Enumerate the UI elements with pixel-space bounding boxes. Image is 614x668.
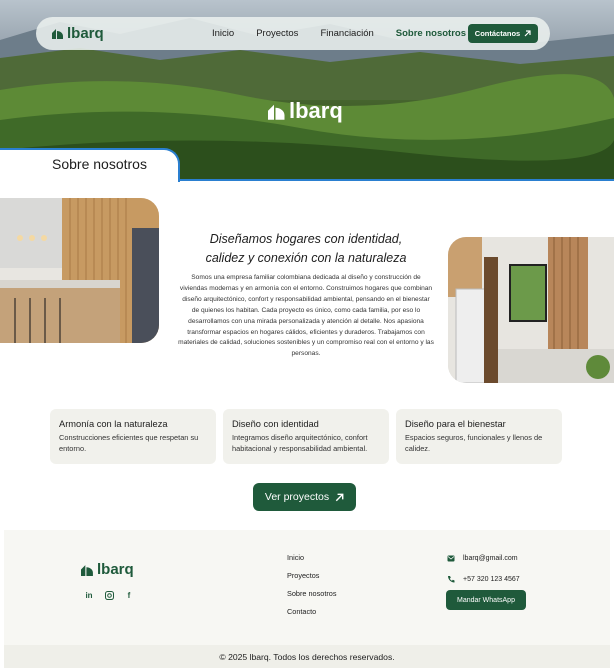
feature-title: Diseño para el bienestar bbox=[405, 419, 506, 429]
nav-link-sobre-nosotros[interactable]: Sobre nosotros bbox=[396, 28, 466, 39]
linkedin-icon[interactable]: in bbox=[84, 590, 94, 600]
whatsapp-button[interactable]: Mandar WhatsApp bbox=[446, 590, 526, 610]
email-contact[interactable]: lbarq@gmail.com bbox=[447, 555, 518, 562]
kitchen-interior-image bbox=[0, 198, 159, 343]
about-title: Diseñamos hogares con identidad, calidez… bbox=[205, 232, 407, 265]
feature-card: Diseño con identidad Integramos diseño a… bbox=[223, 409, 389, 464]
footer-links: Inicio Proyectos Sobre nosotros Contacto bbox=[287, 553, 337, 625]
bathroom-interior-image bbox=[448, 237, 614, 383]
phone-icon bbox=[448, 576, 455, 583]
about-body: Somos una empresa familiar colombiana de… bbox=[178, 274, 434, 358]
feature-card: Diseño para el bienestar Espacios seguro… bbox=[396, 409, 562, 464]
hero-logo-text: lbarq bbox=[289, 98, 343, 123]
feature-card: Armonía con la naturaleza Construcciones… bbox=[50, 409, 216, 464]
page-title: Sobre nosotros bbox=[52, 156, 147, 172]
top-navbar: lbarq Inicio Proyectos Financiación Sobr… bbox=[36, 17, 550, 50]
feature-desc: Construcciones eficientes que respetan s… bbox=[59, 433, 199, 453]
hero-logo: lbarq bbox=[268, 98, 343, 124]
nav-link-proyectos[interactable]: Proyectos bbox=[256, 28, 298, 39]
footer-link-contacto[interactable]: Contacto bbox=[287, 607, 337, 625]
house-leaf-logo-icon bbox=[81, 564, 93, 576]
contact-button[interactable]: Contáctanos bbox=[468, 24, 538, 43]
footer-logo[interactable]: lbarq bbox=[81, 561, 134, 578]
footer-link-inicio[interactable]: Inicio bbox=[287, 553, 337, 571]
nav-link-financiacion[interactable]: Financiación bbox=[320, 28, 373, 39]
copyright-text: © 2025 lbarq. Todos los derechos reserva… bbox=[219, 651, 395, 662]
facebook-icon[interactable]: f bbox=[124, 590, 134, 600]
instagram-icon[interactable] bbox=[104, 590, 114, 600]
feature-title: Diseño con identidad bbox=[232, 419, 319, 429]
copyright-bar: © 2025 lbarq. Todos los derechos reserva… bbox=[4, 645, 610, 668]
house-leaf-logo-icon bbox=[52, 29, 63, 39]
email-text: lbarq@gmail.com bbox=[463, 555, 518, 562]
phone-contact[interactable]: +57 320 123 4567 bbox=[447, 575, 520, 583]
contact-button-label: Contáctanos bbox=[474, 29, 521, 38]
arrow-up-right-icon bbox=[335, 493, 344, 501]
feature-desc: Espacios seguros, funcionales y llenos d… bbox=[405, 433, 543, 453]
view-projects-button[interactable]: Ver proyectos bbox=[253, 483, 356, 511]
footer-link-proyectos[interactable]: Proyectos bbox=[287, 571, 337, 589]
nav-logo-text: lbarq bbox=[67, 25, 104, 42]
view-projects-label: Ver proyectos bbox=[264, 491, 330, 503]
arrow-up-right-icon bbox=[524, 30, 531, 37]
nav-logo[interactable]: lbarq bbox=[52, 25, 104, 42]
nav-link-inicio[interactable]: Inicio bbox=[212, 28, 234, 39]
house-leaf-logo-icon bbox=[268, 104, 285, 120]
feature-title: Armonía con la naturaleza bbox=[59, 419, 168, 429]
mail-icon bbox=[447, 555, 455, 562]
nav-links: Inicio Proyectos Financiación Sobre noso… bbox=[212, 17, 488, 50]
footer-link-sobre-nosotros[interactable]: Sobre nosotros bbox=[287, 589, 337, 607]
footer-logo-text: lbarq bbox=[97, 561, 134, 578]
feature-desc: Integramos diseño arquitectónico, confor… bbox=[232, 433, 368, 453]
features-row: Armonía con la naturaleza Construcciones… bbox=[50, 409, 562, 464]
accent-divider bbox=[178, 179, 614, 181]
phone-text: +57 320 123 4567 bbox=[463, 575, 520, 583]
social-links: in f bbox=[84, 590, 134, 600]
